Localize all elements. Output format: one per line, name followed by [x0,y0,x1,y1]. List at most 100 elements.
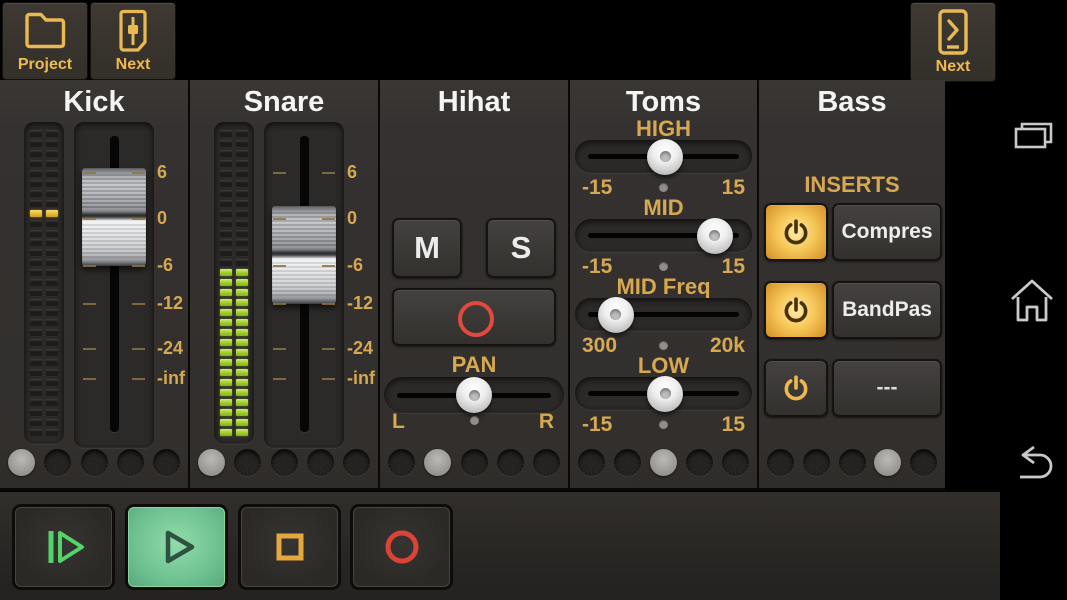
page-dot[interactable] [767,449,794,476]
fader-scale-label: 6 [157,162,187,183]
meter-segment [30,150,42,157]
meter-segment [30,299,42,306]
page-dot[interactable] [117,449,144,476]
stop-button[interactable] [238,504,341,590]
arm-record-button[interactable] [392,288,556,346]
meter-segment [46,190,58,197]
page-dot[interactable] [343,449,370,476]
record-circle-icon [458,301,494,337]
meter-segment [236,379,248,386]
meter-segment [220,289,232,296]
page-dot[interactable] [44,449,71,476]
page-dot[interactable] [686,449,713,476]
meter-segment [30,339,42,346]
pan-knob[interactable] [456,377,492,413]
return-to-start-button[interactable] [12,504,115,590]
meter-segment [220,170,232,177]
page-dot[interactable] [803,449,830,476]
slider-center-dot [659,183,668,192]
page-dot[interactable] [234,449,261,476]
page-dot[interactable] [388,449,415,476]
back-icon[interactable] [1008,444,1056,482]
meter-segment [236,180,248,187]
page-dot[interactable] [307,449,334,476]
page-dot[interactable] [839,449,866,476]
mute-button[interactable]: M [392,218,462,278]
pan-center-dot [470,416,479,425]
page-dot[interactable] [533,449,560,476]
fader-scale-label: -inf [347,368,377,389]
meter-segment [46,429,58,436]
fader-tick [83,303,96,305]
page-dot[interactable] [424,449,451,476]
play-button[interactable] [125,504,228,590]
meter-segment [30,349,42,356]
meter-segment [46,210,58,217]
page-dot[interactable] [578,449,605,476]
page-dot[interactable] [722,449,749,476]
fader-tick [132,303,145,305]
pan-right-label: R [539,410,554,434]
project-button[interactable]: Project [2,2,88,80]
fader-scale-label: -6 [157,255,187,276]
insert3-effect-button[interactable]: --- [832,359,942,417]
volume-fader [74,122,154,448]
page-dot[interactable] [910,449,937,476]
eq-mid-knob[interactable] [697,218,733,254]
page-dot[interactable] [874,449,901,476]
solo-button[interactable]: S [486,218,556,278]
meter-segment [46,379,58,386]
insert1-power-button[interactable] [764,203,828,261]
meter-segment [46,419,58,426]
fader-tick [83,218,96,220]
eq-high-slider[interactable] [575,140,752,173]
meter-segment [30,190,42,197]
page-dot[interactable] [614,449,641,476]
phone-next-icon [932,8,974,56]
fader-tick [273,348,286,350]
insert2-power-button[interactable] [764,281,828,339]
eq-high-knob[interactable] [647,139,683,175]
channel-strip-kick: Kick 6 0 -6 -12 -24 -inf [0,80,188,488]
page-dot[interactable] [497,449,524,476]
fader-tick [273,303,286,305]
recent-apps-icon[interactable] [1011,121,1055,155]
fader-handle[interactable] [272,206,336,304]
meter-segment [236,369,248,376]
meter-segment [236,239,248,246]
page-dot[interactable] [461,449,488,476]
meter-segment [46,259,58,266]
page-dot[interactable] [198,449,225,476]
meter-segment [236,259,248,266]
mixer-panel: Kick 6 0 -6 -12 -24 -inf Snare 6 0 -6 [0,80,945,490]
meter-segment [236,399,248,406]
eq-mid-slider[interactable] [575,219,752,252]
page-dot[interactable] [8,449,35,476]
home-icon[interactable] [1008,276,1056,326]
insert3-power-button[interactable] [764,359,828,417]
eq-midfreq-slider[interactable] [575,298,752,331]
inserts-label: INSERTS [759,172,945,198]
page-dot[interactable] [81,449,108,476]
record-button[interactable] [350,504,453,590]
meter-segment [220,309,232,316]
meter-segment [46,329,58,336]
insert2-effect-button[interactable]: BandPas [832,281,942,339]
next-track-button[interactable]: Next [90,2,176,80]
meter-segment [30,399,42,406]
fader-handle[interactable] [82,168,146,266]
eq-low-knob[interactable] [647,376,683,412]
fader-scale-label: 0 [157,208,187,229]
fader-tick [83,378,96,380]
volume-fader [264,122,344,448]
next-device-button[interactable]: Next [910,2,996,82]
page-dot[interactable] [650,449,677,476]
level-meter [214,122,254,444]
meter-segment [236,190,248,197]
eq-midfreq-knob[interactable] [598,297,634,333]
page-dot[interactable] [271,449,298,476]
eq-low-slider[interactable] [575,377,752,410]
insert1-effect-button[interactable]: Compres [832,203,942,261]
pan-slider[interactable] [384,377,564,413]
page-dot[interactable] [153,449,180,476]
